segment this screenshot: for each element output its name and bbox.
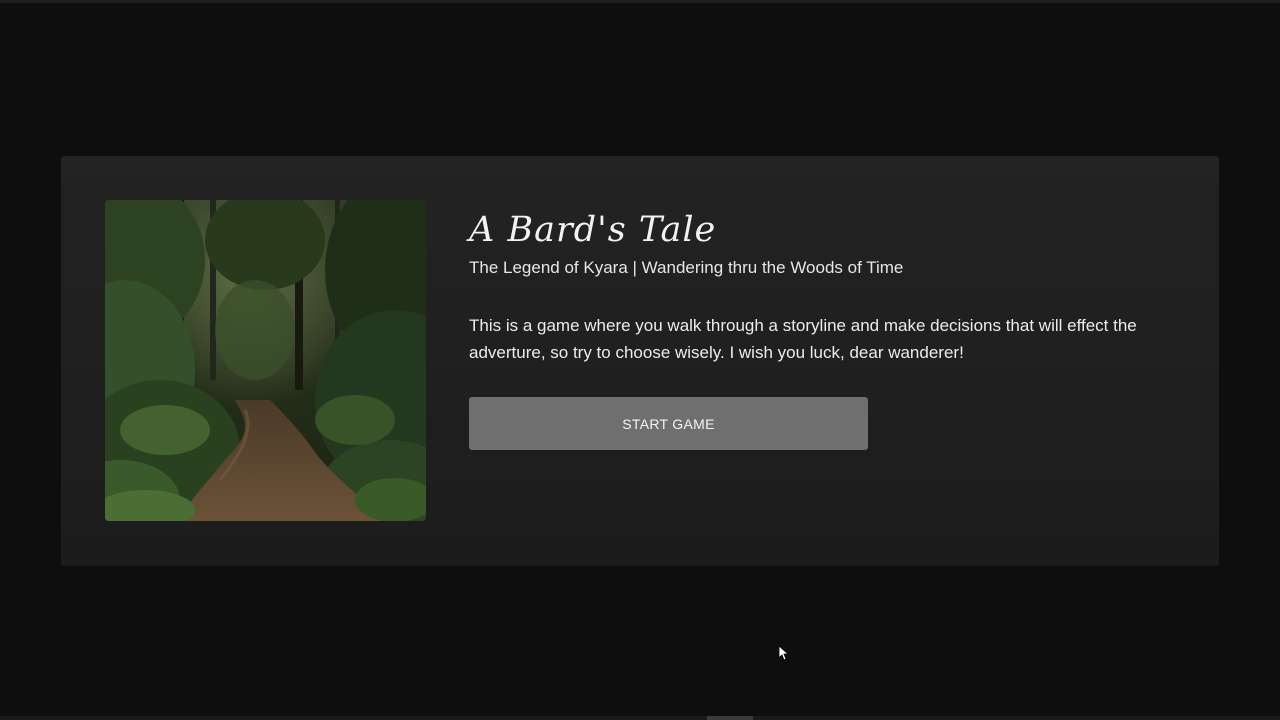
- forest-path-image: [105, 200, 426, 521]
- game-info: A Bard's Tale The Legend of Kyara | Wand…: [469, 206, 1169, 450]
- game-title: A Bard's Tale: [469, 210, 717, 250]
- scrollbar-thumb[interactable]: [707, 716, 753, 720]
- game-intro-card: A Bard's Tale The Legend of Kyara | Wand…: [61, 156, 1219, 566]
- mouse-cursor-icon: [779, 646, 789, 661]
- window-bottom-edge: [0, 716, 1280, 720]
- window-top-edge: [0, 0, 1280, 3]
- game-description: This is a game where you walk through a …: [469, 316, 1137, 362]
- start-game-button[interactable]: START GAME: [469, 397, 868, 450]
- game-subtitle: The Legend of Kyara | Wandering thru the…: [469, 258, 904, 277]
